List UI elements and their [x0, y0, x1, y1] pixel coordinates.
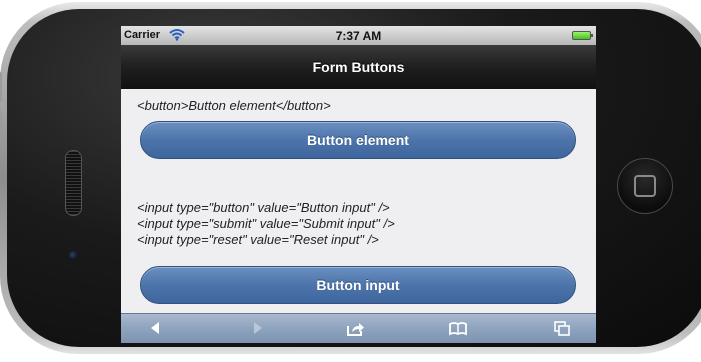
front-camera	[69, 251, 78, 260]
input-code-snippet-1: <input type="button" value="Button input…	[137, 200, 390, 215]
speaker-grille	[65, 150, 82, 216]
volume-up-button	[0, 72, 2, 102]
share-icon[interactable]	[347, 321, 365, 336]
input-code-snippet-2: <input type="submit" value="Submit input…	[137, 216, 395, 231]
status-time: 7:37 AM	[335, 29, 382, 43]
content-area[interactable]: <button>Button element</button> Button e…	[121, 89, 596, 313]
nav-bar: Form Buttons	[121, 45, 596, 89]
safari-toolbar	[121, 313, 596, 343]
input-code-snippet-3: <input type="reset" value="Reset input" …	[137, 232, 379, 247]
button-code-snippet: <button>Button element</button>	[137, 98, 331, 113]
home-square-icon	[634, 175, 656, 197]
bookmarks-icon[interactable]	[448, 321, 468, 336]
volume-down-button	[0, 110, 2, 140]
button-element[interactable]: Button element	[140, 121, 576, 159]
forward-arrow-icon[interactable]	[252, 321, 264, 335]
status-bar: Carrier 7:37 AM	[121, 26, 596, 45]
home-button[interactable]	[617, 158, 673, 214]
page-title: Form Buttons	[312, 59, 405, 75]
back-arrow-icon[interactable]	[149, 321, 161, 335]
screen: Carrier 7:37 AM Form Buttons <button>But…	[121, 26, 596, 343]
battery-icon	[572, 31, 593, 40]
tabs-icon[interactable]	[554, 321, 570, 336]
button-input[interactable]: Button input	[140, 266, 576, 304]
